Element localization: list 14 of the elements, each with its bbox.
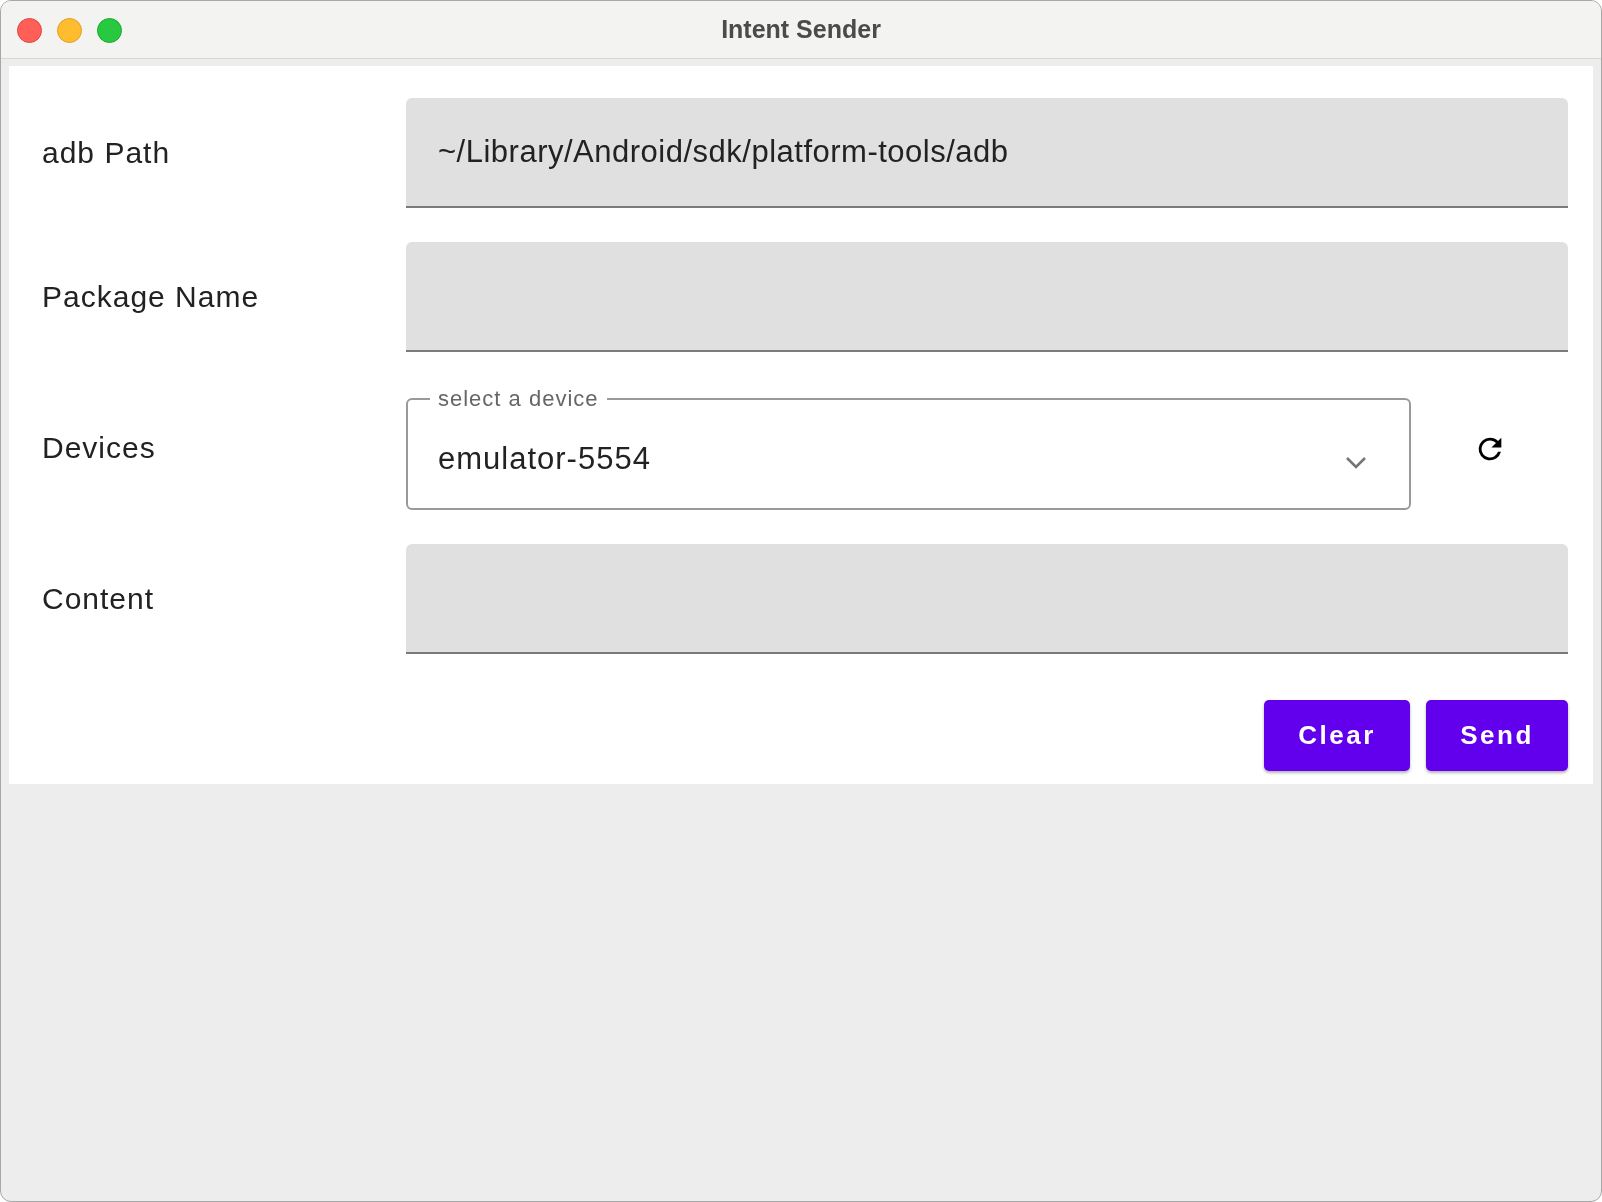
action-button[interactable]: Send [1426, 700, 1568, 771]
field-label: Devices [42, 431, 157, 465]
window-title: Intent Sender [721, 15, 881, 44]
field-label: Package Name [42, 280, 261, 314]
chevron-down-icon [1345, 456, 1367, 470]
minimize-icon[interactable] [57, 18, 82, 43]
field-label: Content [42, 582, 156, 616]
field-label: adb Path [42, 136, 172, 170]
text-field[interactable] [406, 544, 1568, 654]
text-field[interactable]: ~/Library/Android/sdk/platform-tools/adb [406, 98, 1568, 208]
action-button[interactable]: Clear [1264, 700, 1410, 771]
zoom-icon[interactable] [97, 18, 122, 43]
text-field[interactable] [406, 242, 1568, 352]
close-icon[interactable] [17, 18, 42, 43]
